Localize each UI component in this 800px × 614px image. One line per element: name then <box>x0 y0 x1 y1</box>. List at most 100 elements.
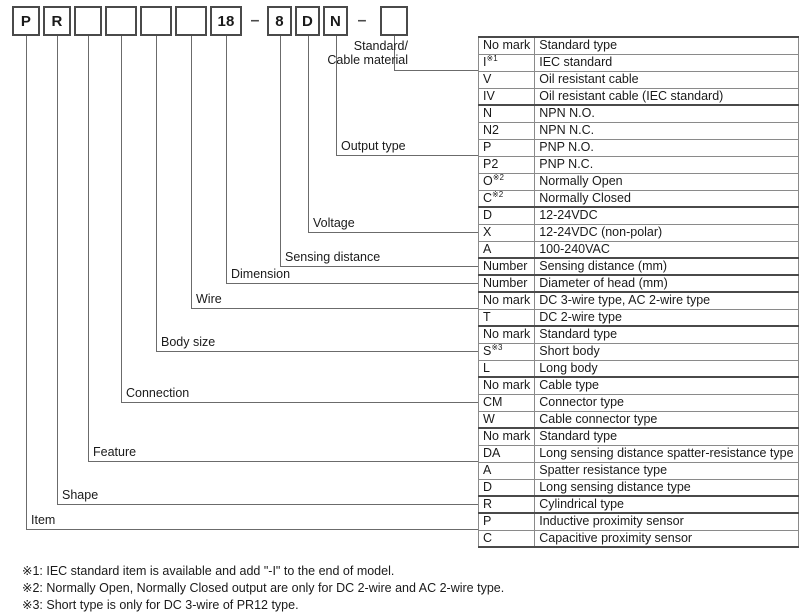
model-code-separator-0: – <box>250 12 260 29</box>
model-code-box-5 <box>175 6 207 36</box>
spec-code-cell: D <box>477 206 536 225</box>
spec-desc-cell: Standard type <box>534 325 799 344</box>
model-code-box-2 <box>74 6 102 36</box>
footnote-marker: ※1 <box>486 54 498 63</box>
table-row: X 12-24VDC (non-polar) <box>477 223 799 242</box>
footnotes: ※1: IEC standard item is available and a… <box>22 563 504 614</box>
spec-desc-cell: Standard type <box>534 36 799 55</box>
leader-vertical-item <box>26 36 27 529</box>
spec-code-cell: No mark <box>477 291 536 310</box>
table-row: Number Sensing distance (mm) <box>477 257 799 276</box>
spec-code-cell: L <box>477 359 536 378</box>
table-row: A 100-240VAC <box>477 240 799 259</box>
leader-vertical-feature <box>88 36 89 461</box>
spec-code-cell: N <box>477 104 536 123</box>
table-row: C※2 Normally Closed <box>477 189 799 208</box>
spec-desc-cell: Diameter of head (mm) <box>534 274 799 293</box>
spec-code-cell: V <box>477 70 536 89</box>
table-row: O※2 Normally Open <box>477 172 799 191</box>
model-code-box-0: P <box>12 6 40 36</box>
table-row: No mark Standard type <box>477 427 799 446</box>
model-code-box-4 <box>140 6 172 36</box>
spec-desc-cell: DC 2-wire type <box>534 308 799 327</box>
spec-desc-cell: IEC standard <box>534 53 799 72</box>
spec-code-cell: N2 <box>477 121 536 140</box>
spec-desc-cell: Normally Closed <box>534 189 799 208</box>
spec-desc-cell: DC 3-wire type, AC 2-wire type <box>534 291 799 310</box>
spec-code-cell: Number <box>477 274 536 293</box>
table-row: S※3 Short body <box>477 342 799 361</box>
model-code-box-7: 8 <box>267 6 292 36</box>
spec-code-cell: R <box>477 495 536 514</box>
model-code-box-10 <box>380 6 408 36</box>
spec-code-cell: O※2 <box>477 172 536 191</box>
leader-label-line2: Cable material <box>327 53 408 67</box>
leader-label-sensing-distance: Sensing distance <box>285 250 381 264</box>
table-row: W Cable connector type <box>477 410 799 429</box>
spec-desc-cell: 12-24VDC <box>534 206 799 225</box>
spec-desc-cell: Oil resistant cable <box>534 70 799 89</box>
leader-label-body-size: Body size <box>161 335 216 349</box>
leader-label-wire: Wire <box>196 292 222 306</box>
spec-desc-cell: NPN N.C. <box>534 121 799 140</box>
leader-vertical-dimension <box>226 36 227 283</box>
spec-desc-cell: 12-24VDC (non-polar) <box>534 223 799 242</box>
leader-horizontal-feature <box>88 461 478 462</box>
table-row: D 12-24VDC <box>477 206 799 225</box>
leader-label-line1: Standard/ <box>353 39 408 53</box>
leader-vertical-wire <box>191 36 192 308</box>
model-code-box-8: D <box>295 6 320 36</box>
spec-desc-cell: Cable connector type <box>534 410 799 429</box>
table-row: No mark Standard type <box>477 36 799 55</box>
table-row: P2 PNP N.C. <box>477 155 799 174</box>
leader-horizontal-voltage <box>308 232 478 233</box>
spec-code-cell: No mark <box>477 376 536 395</box>
spec-code-cell: No mark <box>477 36 536 55</box>
leader-horizontal-standard-cable-material <box>394 70 478 71</box>
spec-code-cell: W <box>477 410 536 429</box>
table-row: No mark DC 3-wire type, AC 2-wire type <box>477 291 799 310</box>
spec-desc-cell: Long sensing distance spatter-resistance… <box>534 444 799 463</box>
table-row: No mark Cable type <box>477 376 799 395</box>
table-row: C Capacitive proximity sensor <box>477 529 799 548</box>
leader-label-standard-cable-material: Standard/Cable material <box>298 39 408 67</box>
model-code-box-1: R <box>43 6 71 36</box>
table-row: IV Oil resistant cable (IEC standard) <box>477 87 799 106</box>
table-row: A Spatter resistance type <box>477 461 799 480</box>
specification-table: No mark Standard type I※1 IEC standard V Oil … <box>477 36 799 548</box>
model-code-box-9: N <box>323 6 348 36</box>
spec-desc-cell: Spatter resistance type <box>534 461 799 480</box>
spec-desc-cell: Inductive proximity sensor <box>534 512 799 531</box>
spec-desc-cell: Standard type <box>534 427 799 446</box>
model-code-box-3 <box>105 6 137 36</box>
footnote-1: ※1: IEC standard item is available and a… <box>22 564 395 578</box>
model-code-separator-1: – <box>357 12 367 29</box>
leader-horizontal-wire <box>191 308 478 309</box>
spec-code-cell: DA <box>477 444 536 463</box>
spec-code-cell: I※1 <box>477 53 536 72</box>
table-row: T DC 2-wire type <box>477 308 799 327</box>
spec-code-cell: T <box>477 308 536 327</box>
spec-code-cell: X <box>477 223 536 242</box>
spec-desc-cell: PNP N.C. <box>534 155 799 174</box>
table-row: L Long body <box>477 359 799 378</box>
spec-desc-cell: Connector type <box>534 393 799 412</box>
table-row: No mark Standard type <box>477 325 799 344</box>
leader-label-connection: Connection <box>126 386 190 400</box>
leader-label-item: Item <box>31 513 56 527</box>
leader-horizontal-output-type <box>336 155 478 156</box>
spec-desc-cell: Cable type <box>534 376 799 395</box>
leader-label-voltage: Voltage <box>313 216 355 230</box>
model-code-box-6: 18 <box>210 6 242 36</box>
spec-code-cell: No mark <box>477 427 536 446</box>
leader-vertical-shape <box>57 36 58 504</box>
spec-desc-cell: NPN N.O. <box>534 104 799 123</box>
spec-code-cell: Number <box>477 257 536 276</box>
footnote-3: ※3: Short type is only for DC 3-wire of … <box>22 598 299 612</box>
table-row: R Cylindrical type <box>477 495 799 514</box>
spec-code-cell: D <box>477 478 536 497</box>
spec-desc-cell: Cylindrical type <box>534 495 799 514</box>
footnote-2: ※2: Normally Open, Normally Closed outpu… <box>22 581 505 595</box>
spec-desc-cell: PNP N.O. <box>534 138 799 157</box>
leader-label-output-type: Output type <box>341 139 406 153</box>
